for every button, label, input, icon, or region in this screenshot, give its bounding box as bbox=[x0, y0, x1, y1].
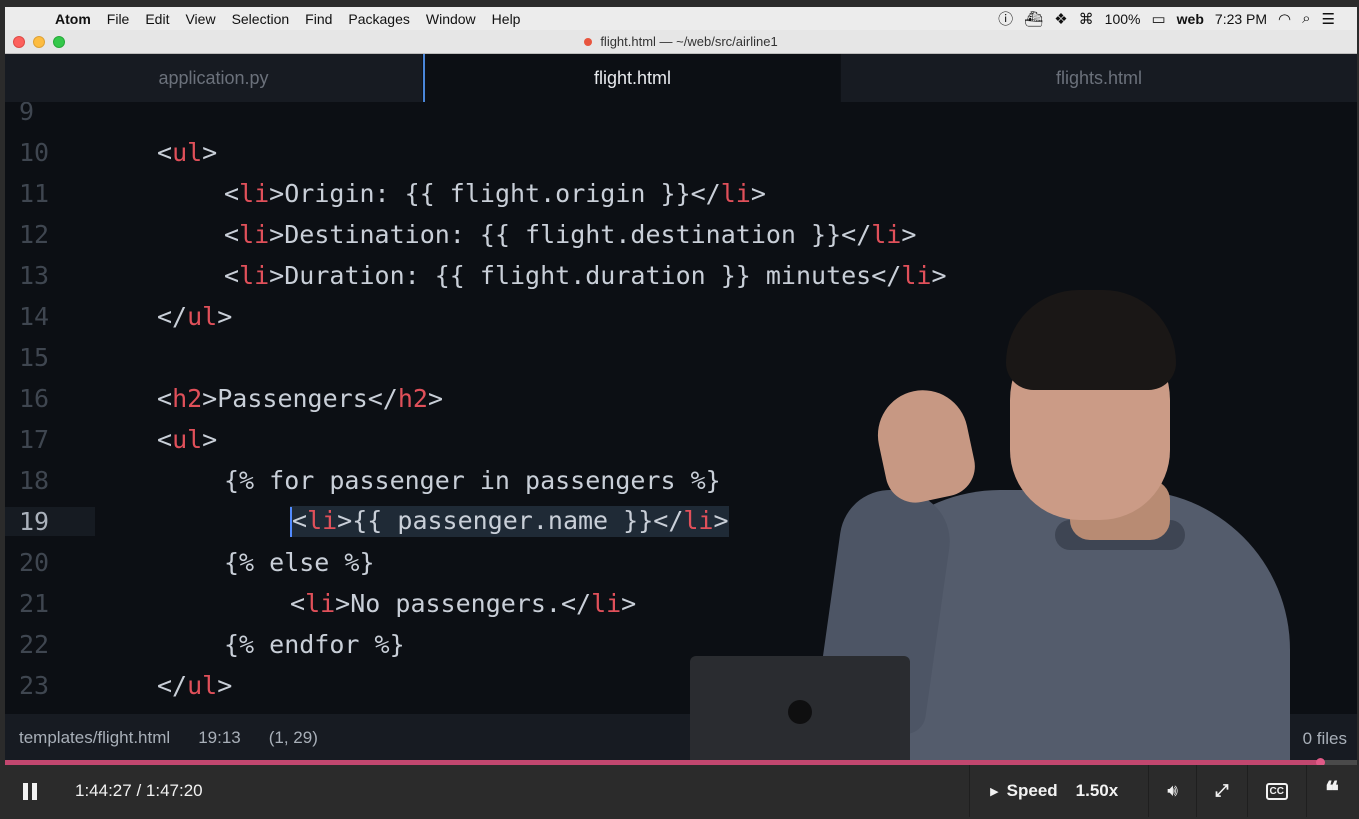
docker-icon[interactable]: ⛴ bbox=[1024, 10, 1043, 28]
status-file-path[interactable]: templates/flight.html bbox=[5, 728, 170, 748]
video-time: 1:44:27 / 1:47:20 bbox=[75, 781, 203, 800]
quote-icon: ❝ bbox=[1325, 776, 1339, 806]
transcript-button[interactable]: ❝ bbox=[1306, 765, 1357, 817]
closed-captions-icon: CC bbox=[1265, 782, 1288, 800]
menu-find[interactable]: Find bbox=[297, 11, 340, 27]
fullscreen-button[interactable]: ⤢ bbox=[1195, 765, 1247, 817]
html-file-icon bbox=[584, 38, 593, 46]
menu-window[interactable]: Window bbox=[418, 11, 484, 27]
clock[interactable]: 7:23 PM bbox=[1215, 11, 1267, 27]
line-number: 15 bbox=[19, 343, 50, 372]
password-manager-icon[interactable]: ⓘ bbox=[998, 8, 1013, 29]
status-selection-count: (1, 29) bbox=[268, 728, 318, 747]
menu-file[interactable]: File bbox=[99, 11, 138, 27]
tab-flights-html[interactable]: flights.html bbox=[841, 54, 1357, 102]
code-text: <li>Destination: {{ flight.destination }… bbox=[224, 220, 917, 249]
line-number: 11 bbox=[19, 179, 50, 208]
pause-icon bbox=[32, 782, 37, 800]
pause-button[interactable] bbox=[5, 782, 55, 800]
tab-flight-html[interactable]: flight.html bbox=[423, 54, 841, 102]
menu-view[interactable]: View bbox=[177, 11, 223, 27]
line-number: 22 bbox=[19, 630, 50, 659]
menu-bar: Atom File Edit View Selection Find Packa… bbox=[5, 7, 1357, 30]
tab-application-py[interactable]: application.py bbox=[5, 54, 423, 102]
line-number: 17 bbox=[19, 425, 50, 454]
pause-icon bbox=[23, 782, 28, 800]
battery-icon[interactable]: ▭ bbox=[1151, 10, 1165, 28]
laptop bbox=[690, 656, 910, 762]
window-title: flight.html — ~/web/src/airline1 bbox=[5, 34, 1357, 49]
code-text: <li>Origin: {{ flight.origin }}</li> bbox=[224, 179, 766, 208]
line-number: 12 bbox=[19, 220, 50, 249]
status-cursor-position[interactable]: 19:13 bbox=[170, 728, 241, 748]
code-text: <li>No passengers.</li> bbox=[290, 589, 637, 618]
notification-center-icon[interactable]: ☰ bbox=[1322, 10, 1335, 28]
code-text: {% else %} bbox=[224, 548, 375, 577]
tab-bar: application.py flight.html flights.html bbox=[5, 54, 1357, 102]
code-line: 11 <li>Origin: {{ flight.origin }}</li> bbox=[5, 173, 1357, 214]
volume-button[interactable]: 🔊︎ bbox=[1148, 765, 1196, 817]
apple-logo-icon bbox=[788, 700, 812, 724]
video-controls: 1:44:27 / 1:47:20 ▶ Speed 1.50x 🔊︎ ⤢ CC … bbox=[5, 765, 1357, 817]
menu-help[interactable]: Help bbox=[484, 11, 529, 27]
line-number: 20 bbox=[19, 548, 50, 577]
line-number: 23 bbox=[19, 671, 50, 700]
spotlight-search-icon[interactable]: ⌕ bbox=[1302, 10, 1310, 27]
code-text: <li>Duration: {{ flight.duration }} minu… bbox=[224, 261, 947, 290]
code-text: <h2>Passengers</h2> bbox=[157, 384, 444, 413]
window-title-bar: flight.html — ~/web/src/airline1 bbox=[5, 30, 1357, 54]
captions-button[interactable]: CC bbox=[1246, 765, 1306, 817]
fullscreen-icon: ⤢ bbox=[1214, 781, 1229, 800]
volume-icon: 🔊︎ bbox=[1167, 781, 1178, 800]
menu-app-name[interactable]: Atom bbox=[41, 11, 99, 27]
code-text-selected: <li>{{ passenger.name }}</li> bbox=[290, 506, 729, 537]
code-text: {% endfor %} bbox=[224, 630, 405, 659]
line-number: 19 bbox=[5, 507, 95, 536]
line-number: 13 bbox=[19, 261, 50, 290]
line-number: 9 bbox=[19, 102, 35, 126]
caret-right-icon: ▶ bbox=[990, 785, 999, 798]
menu-packages[interactable]: Packages bbox=[340, 11, 417, 27]
dropbox-icon[interactable]: ❖ bbox=[1054, 10, 1067, 28]
speed-value: 1.50x bbox=[1075, 781, 1119, 800]
user-name[interactable]: web bbox=[1177, 11, 1204, 27]
code-text: <ul> bbox=[157, 138, 218, 167]
wifi-icon[interactable]: ◠ bbox=[1278, 10, 1291, 28]
menu-selection[interactable]: Selection bbox=[224, 11, 298, 27]
video-controls-right: ▶ Speed 1.50x 🔊︎ ⤢ CC ❝ bbox=[969, 765, 1357, 817]
code-line: 10 <ul> bbox=[5, 132, 1357, 173]
presenter-hair bbox=[1006, 290, 1176, 390]
menubar-status-area: ⓘ ⛴ ❖ ⌘ 100% ▭ web 7:23 PM ◠ ⌕ ☰ bbox=[998, 8, 1357, 29]
line-number: 14 bbox=[19, 302, 50, 331]
line-number: 16 bbox=[19, 384, 50, 413]
line-number: 18 bbox=[19, 466, 50, 495]
code-text: <ul> bbox=[157, 425, 218, 454]
line-number: 21 bbox=[19, 589, 50, 618]
code-line: 9 bbox=[5, 102, 1357, 132]
code-line: 12 <li>Destination: {{ flight.destinatio… bbox=[5, 214, 1357, 255]
menu-edit[interactable]: Edit bbox=[137, 11, 177, 27]
line-number: 10 bbox=[19, 138, 50, 167]
speed-label: Speed bbox=[1006, 781, 1058, 800]
code-text: </ul> bbox=[157, 302, 233, 331]
presenter-video-overlay bbox=[690, 290, 1330, 762]
code-text: </ul> bbox=[157, 671, 233, 700]
command-icon[interactable]: ⌘ bbox=[1079, 10, 1094, 28]
battery-percent: 100% bbox=[1104, 10, 1141, 27]
speed-button[interactable]: ▶ Speed 1.50x bbox=[969, 765, 1148, 817]
code-text: {% for passenger in passengers %} bbox=[224, 466, 721, 495]
